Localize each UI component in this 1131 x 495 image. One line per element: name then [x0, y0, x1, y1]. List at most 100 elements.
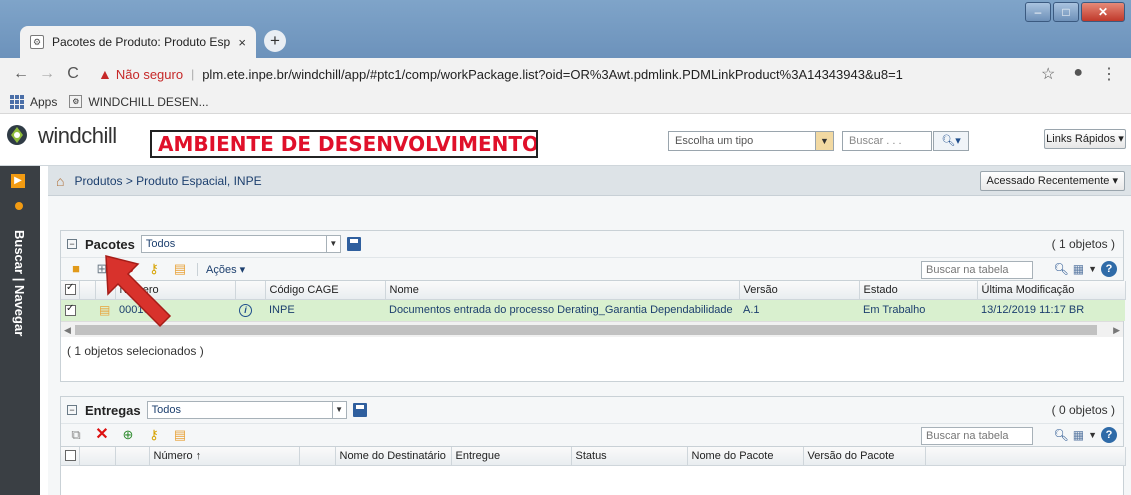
save-view-icon[interactable] — [346, 237, 361, 251]
home-icon[interactable]: ⌂ — [56, 173, 64, 189]
entregas-table-search[interactable]: Buscar na tabela — [921, 427, 1033, 445]
recently-accessed-button[interactable]: Acessado Recentemente ▾ — [979, 171, 1125, 191]
breadcrumb-path[interactable]: Produtos > Produto Espacial, INPE — [74, 174, 261, 188]
entregas-header-row: Número ↑ Nome do Destinatário Entregue S… — [61, 447, 1126, 466]
chevron-down-icon[interactable]: ▼ — [1088, 264, 1097, 274]
new-package-icon[interactable]: ■ — [67, 261, 85, 277]
windchill-logo-text[interactable]: windchill — [38, 123, 117, 149]
help-icon[interactable]: ? — [1101, 427, 1117, 443]
column-codigo-cage[interactable]: Código CAGE — [265, 281, 386, 300]
column-nome-destinatario[interactable]: Nome do Destinatário — [335, 447, 452, 466]
pacotes-title-row: − Pacotes Todos ▼ ( 1 objetos ) — [61, 231, 1123, 257]
windchill-header: windchill AMBIENTE DE DESENVOLVIMENTO Es… — [0, 114, 1131, 166]
entregas-title-row: − Entregas Todos ▼ ( 0 objetos ) — [61, 397, 1123, 423]
bookmark-windchill[interactable]: ⚙ WINDCHILL DESEN... — [69, 94, 209, 109]
chevron-down-icon[interactable]: ▼ — [325, 236, 340, 252]
column-ultima-modificacao[interactable]: Última Modificação — [977, 281, 1126, 300]
windchill-logo-icon[interactable] — [6, 124, 28, 146]
collapse-icon[interactable]: − — [67, 239, 77, 249]
insecure-label[interactable]: Não seguro — [116, 67, 183, 82]
main-content: − Pacotes Todos ▼ ( 1 objetos ) ■ ⊞ ✕ ⚷ … — [48, 196, 1131, 495]
new-tab-button[interactable]: + — [264, 30, 286, 52]
chevron-down-icon[interactable]: ▼ — [1088, 430, 1097, 440]
column-versao-pacote[interactable]: Versão do Pacote — [803, 447, 926, 466]
chevron-down-icon[interactable]: ▼ — [815, 132, 833, 150]
pin-icon[interactable] — [15, 202, 23, 210]
column-versao[interactable]: Versão — [739, 281, 860, 300]
navigator-label[interactable]: Buscar | Navegar — [12, 230, 27, 336]
lock-key-icon[interactable]: ⚷ — [145, 427, 163, 443]
select-all-cell — [61, 447, 80, 466]
minimize-button[interactable]: – — [1025, 2, 1051, 22]
column-nome-pacote[interactable]: Nome do Pacote — [687, 447, 804, 466]
window-controls: – □ ✕ — [1025, 2, 1125, 22]
save-view-icon[interactable] — [352, 403, 367, 417]
entregas-view-select[interactable]: Todos ▼ — [146, 401, 347, 419]
bookmark-apps[interactable]: Apps — [10, 94, 57, 109]
close-window-button[interactable]: ✕ — [1081, 2, 1125, 22]
scrollbar-thumb[interactable] — [75, 325, 1097, 335]
collapse-icon[interactable]: − — [67, 405, 77, 415]
chevron-down-icon[interactable]: ▼ — [331, 402, 346, 418]
deliver-icon[interactable]: ⊕ — [119, 427, 137, 443]
browser-titlebar: ⚙ Pacotes de Produto: Produto Esp × + – … — [0, 0, 1131, 58]
tab-title: Pacotes de Produto: Produto Esp — [52, 35, 231, 49]
forward-button[interactable]: → — [36, 65, 58, 83]
column-numero[interactable]: Número ↑ — [149, 447, 300, 466]
pacotes-table-search[interactable]: Buscar na tabela — [921, 261, 1033, 279]
table-views-icon[interactable]: ▦ — [1073, 428, 1084, 442]
bookmark-star-icon[interactable]: ☆ — [1041, 64, 1055, 84]
profile-icon[interactable]: ● — [1073, 64, 1083, 84]
global-search-button[interactable]: 🔍︎▾ — [933, 131, 969, 151]
column-status[interactable]: Status — [571, 447, 688, 466]
type-select[interactable]: Escolha um tipo ▼ — [668, 131, 834, 151]
help-icon[interactable]: ? — [1101, 261, 1117, 277]
expand-navigator-icon[interactable]: ▶ — [11, 174, 25, 188]
url-separator: | — [191, 67, 195, 81]
entregas-table: Número ↑ Nome do Destinatário Entregue S… — [61, 447, 1126, 466]
package-icon[interactable]: ▤ — [171, 427, 189, 443]
info-icon[interactable]: i — [239, 303, 252, 317]
row-select-cell — [61, 299, 79, 321]
quick-links-button[interactable]: Links Rápidos ▾ — [1044, 129, 1126, 149]
select-all-checkbox[interactable] — [65, 282, 76, 296]
table-views-icon[interactable]: ▦ — [1073, 262, 1084, 276]
pacotes-view-select[interactable]: Todos ▼ — [140, 235, 341, 253]
copy-icon[interactable]: ⧉ — [67, 427, 85, 443]
warning-icon[interactable]: ▲ — [98, 66, 112, 82]
scroll-left-icon[interactable]: ◀ — [64, 322, 71, 338]
pacotes-view-value: Todos — [145, 238, 176, 250]
browser-tab[interactable]: ⚙ Pacotes de Produto: Produto Esp × — [20, 26, 256, 58]
pacotes-horizontal-scrollbar[interactable]: ◀ ▶ — [61, 321, 1123, 337]
apps-grid-icon — [10, 94, 24, 109]
row-spacer — [79, 299, 95, 321]
search-icon[interactable]: 🔍︎ — [1054, 262, 1069, 276]
pacotes-table: Número Código CAGE Nome Versão Estado Úl… — [61, 281, 1126, 321]
tab-close-icon[interactable]: × — [238, 35, 246, 50]
browser-menu-icon[interactable]: ⋮ — [1101, 64, 1117, 84]
column-estado[interactable]: Estado — [859, 281, 978, 300]
bookmark-windchill-label: WINDCHILL DESEN... — [88, 94, 209, 109]
select-all-checkbox[interactable] — [65, 450, 76, 462]
bookmarks-bar: Apps ⚙ WINDCHILL DESEN... — [0, 90, 1131, 114]
actions-menu[interactable]: Ações ▾ — [197, 262, 245, 276]
search-icon[interactable]: 🔍︎ — [1054, 428, 1069, 442]
entregas-toolbar: ⧉ ✕ ⊕ ⚷ ▤ Buscar na tabela 🔍︎ ▦ ▼ ? — [61, 423, 1123, 447]
back-button[interactable]: ← — [10, 65, 32, 83]
maximize-button[interactable]: □ — [1053, 2, 1079, 22]
delete-icon[interactable]: ✕ — [93, 427, 111, 443]
row-checkbox[interactable] — [65, 303, 76, 316]
reload-button[interactable]: C — [62, 65, 84, 83]
scroll-right-icon[interactable]: ▶ — [1113, 322, 1120, 338]
address-bar[interactable]: plm.ete.inpe.br/windchill/app/#ptc1/comp… — [202, 67, 1002, 82]
global-search-input[interactable]: Buscar . . . — [842, 131, 932, 151]
cell-versao: A.1 — [739, 299, 859, 321]
column-entregue[interactable]: Entregue — [451, 447, 572, 466]
pacotes-toolbar: ■ ⊞ ✕ ⚷ ▤ Ações ▾ Buscar na tabela 🔍︎ ▦ … — [61, 257, 1123, 281]
header-spacer — [79, 447, 116, 466]
header-spacer — [299, 447, 336, 466]
column-nome[interactable]: Nome — [385, 281, 740, 300]
left-navigator: ▶ Buscar | Navegar — [0, 166, 40, 495]
environment-banner: AMBIENTE DE DESENVOLVIMENTO — [150, 130, 538, 158]
table-row[interactable]: ▤ 000167 i INPE Documentos entrada do pr… — [61, 299, 1125, 321]
